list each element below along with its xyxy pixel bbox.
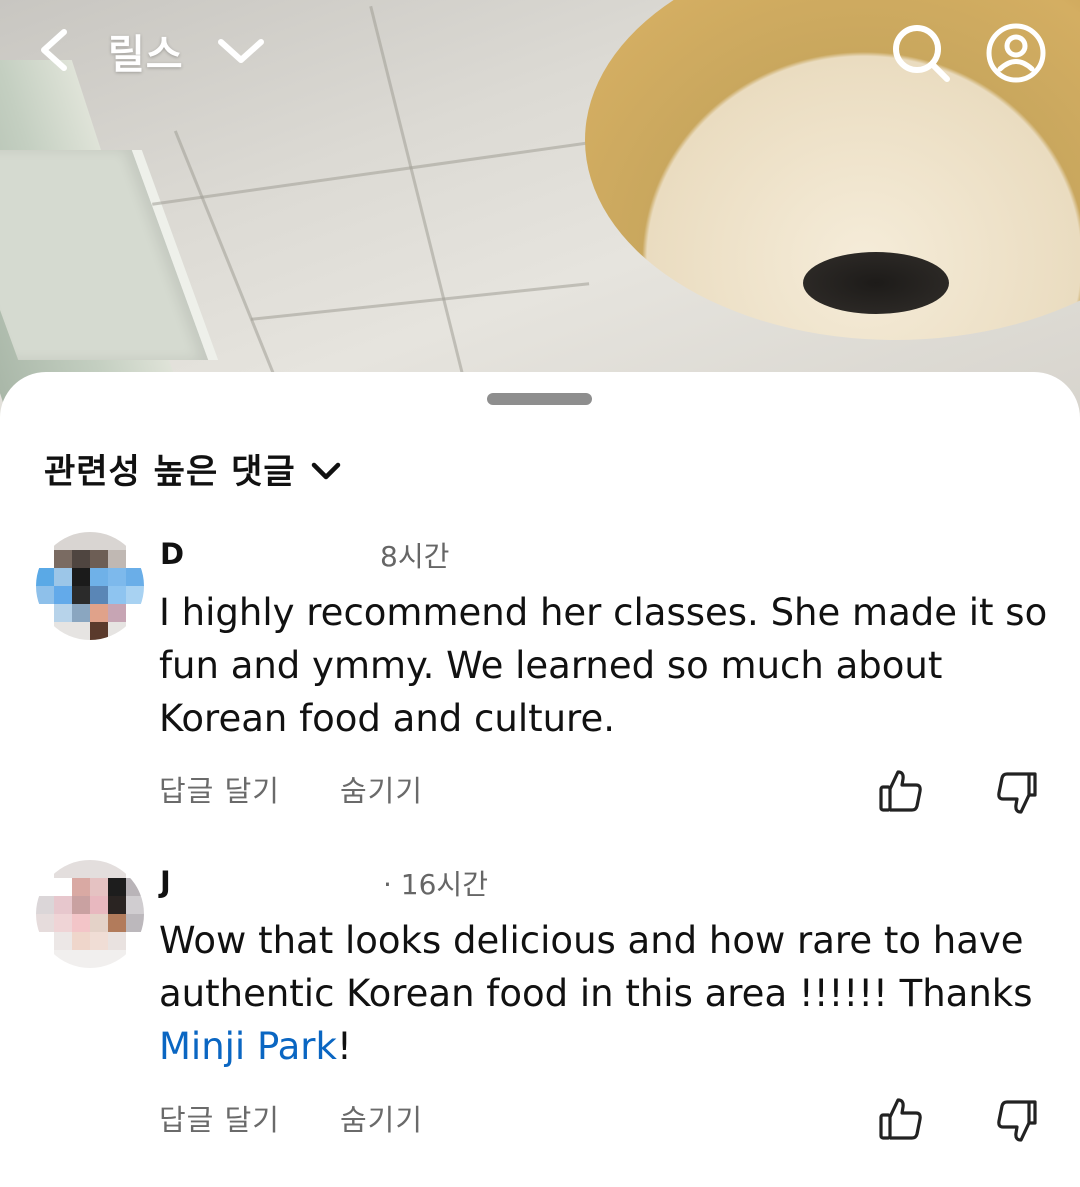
sort-selector[interactable]: 관련성 높은 댓글 <box>44 444 342 493</box>
comment-timestamp: · 16시간 <box>383 868 488 901</box>
comment-author[interactable]: J <box>160 865 171 899</box>
ceiling-tile-line <box>250 282 590 321</box>
comment-text: Wow that looks delicious and how rare to… <box>159 914 1059 1073</box>
comment-text-part: ! <box>336 1025 352 1068</box>
reply-button[interactable]: 답글 달기 <box>159 768 280 810</box>
ceiling-tile-line <box>173 130 290 410</box>
avatar[interactable] <box>36 532 144 640</box>
search-icon[interactable] <box>890 22 952 84</box>
ceiling-tile-line <box>152 137 618 206</box>
profile-icon[interactable] <box>985 22 1047 84</box>
reply-button[interactable]: 답글 달기 <box>159 1097 280 1139</box>
comment-timestamp: 8시간 <box>380 540 450 573</box>
drag-handle[interactable] <box>487 393 592 405</box>
comment-author[interactable]: D <box>160 537 184 571</box>
comments-sheet: 관련성 높은 댓글 D 8시간 I highly recommend her c… <box>0 372 1080 1187</box>
top-bar: 릴스 <box>0 0 1080 105</box>
window-blind <box>0 150 219 360</box>
hide-button[interactable]: 숨기기 <box>340 1097 423 1139</box>
page-title[interactable]: 릴스 <box>108 22 184 80</box>
comment-text: I highly recommend her classes. She made… <box>159 591 1048 740</box>
avatar[interactable] <box>36 860 144 968</box>
comment-text-part: Wow that looks delicious and how rare to… <box>159 919 1033 1015</box>
sort-label: 관련성 높은 댓글 <box>44 452 296 492</box>
back-icon[interactable] <box>34 28 74 72</box>
chevron-down-icon <box>311 462 340 479</box>
hide-button[interactable]: 숨기기 <box>340 768 423 810</box>
chevron-down-icon[interactable] <box>215 32 267 68</box>
lamp-opening <box>803 252 949 314</box>
thumbs-up-icon[interactable] <box>878 768 924 814</box>
thumbs-up-icon[interactable] <box>878 1096 924 1142</box>
thumbs-down-icon[interactable] <box>995 1098 1041 1144</box>
user-mention-link[interactable]: Minji Park <box>159 1025 337 1068</box>
thumbs-down-icon[interactable] <box>995 770 1041 816</box>
